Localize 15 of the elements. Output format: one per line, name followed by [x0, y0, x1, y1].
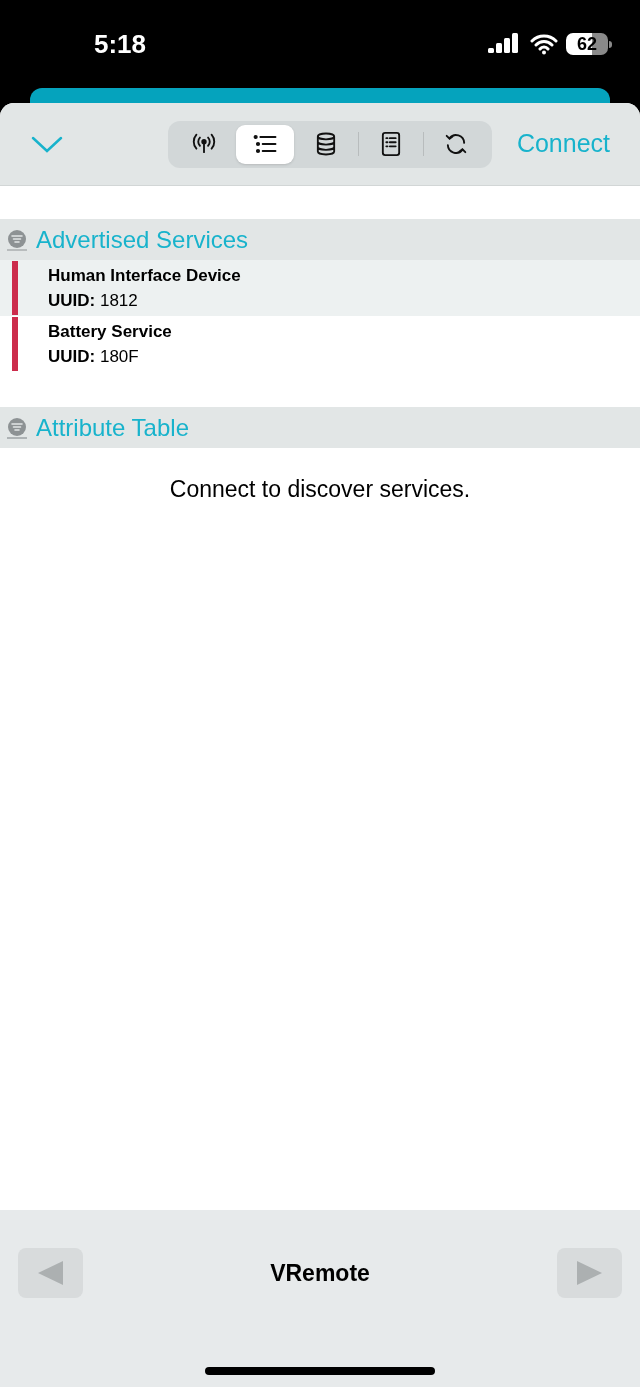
service-row[interactable]: Human Interface Device UUID: 1812 [0, 260, 640, 316]
toolbar-tab[interactable] [236, 124, 295, 164]
battery-icon: 62 [566, 33, 608, 55]
empty-message: Connect to discover services. [169, 475, 471, 504]
service-name: Human Interface Device [48, 264, 241, 287]
section-title: Attribute Table [36, 412, 189, 443]
device-title: VRemote [270, 1258, 370, 1288]
service-uuid: UUID: 1812 [48, 290, 139, 312]
section-title: Advertised Services [36, 224, 249, 255]
service-uuid: UUID: 180F [48, 346, 140, 368]
service-name: Battery Service [48, 320, 172, 343]
section-icon [6, 228, 28, 251]
wifi-icon [530, 33, 558, 55]
section-icon [6, 416, 28, 439]
status-time: 5:18 [94, 27, 147, 61]
